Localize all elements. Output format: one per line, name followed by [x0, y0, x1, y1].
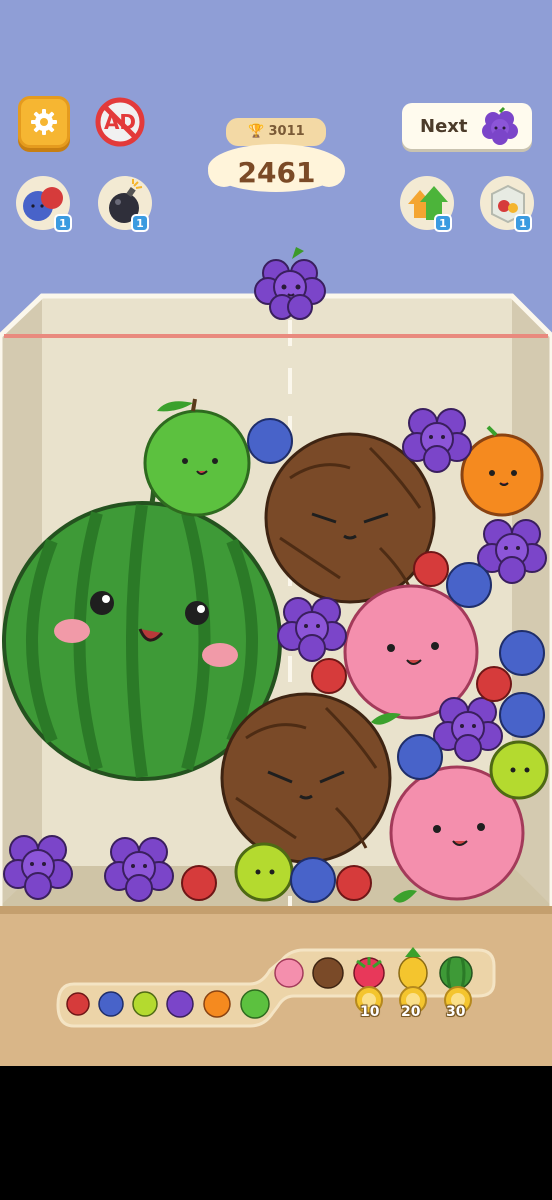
blueberry [247, 418, 293, 464]
cherry [311, 658, 347, 694]
evolution-orange [203, 990, 231, 1018]
blueberry [499, 630, 545, 676]
blueberry [290, 857, 336, 903]
coin-value-30: 30 [446, 1004, 466, 1020]
coconut [220, 692, 392, 864]
evolution-cherry [66, 992, 90, 1016]
blueberry [446, 562, 492, 608]
evolution-grape [166, 990, 194, 1018]
play-field[interactable] [0, 0, 552, 1066]
cherry [413, 551, 449, 587]
cherry [476, 666, 512, 702]
evolution-blueberry [98, 991, 124, 1017]
evolution-dragonfruit [353, 957, 385, 989]
cherry [336, 865, 372, 901]
evolution-apple [240, 989, 270, 1019]
evolution-lime [132, 991, 158, 1017]
screen-bottom-black [0, 1066, 552, 1200]
evolution-peach [274, 958, 304, 988]
lime [489, 740, 549, 800]
game-screen: AD 🏆3011 2461 Next 1 [0, 0, 552, 1066]
coin-value-20: 20 [401, 1004, 421, 1020]
evolution-watermelon [439, 956, 473, 990]
blueberry [397, 734, 443, 780]
lime [234, 842, 294, 902]
evolution-coconut [312, 957, 344, 989]
cherry [181, 865, 217, 901]
blueberry [499, 692, 545, 738]
coin-value-10: 10 [360, 1004, 380, 1020]
